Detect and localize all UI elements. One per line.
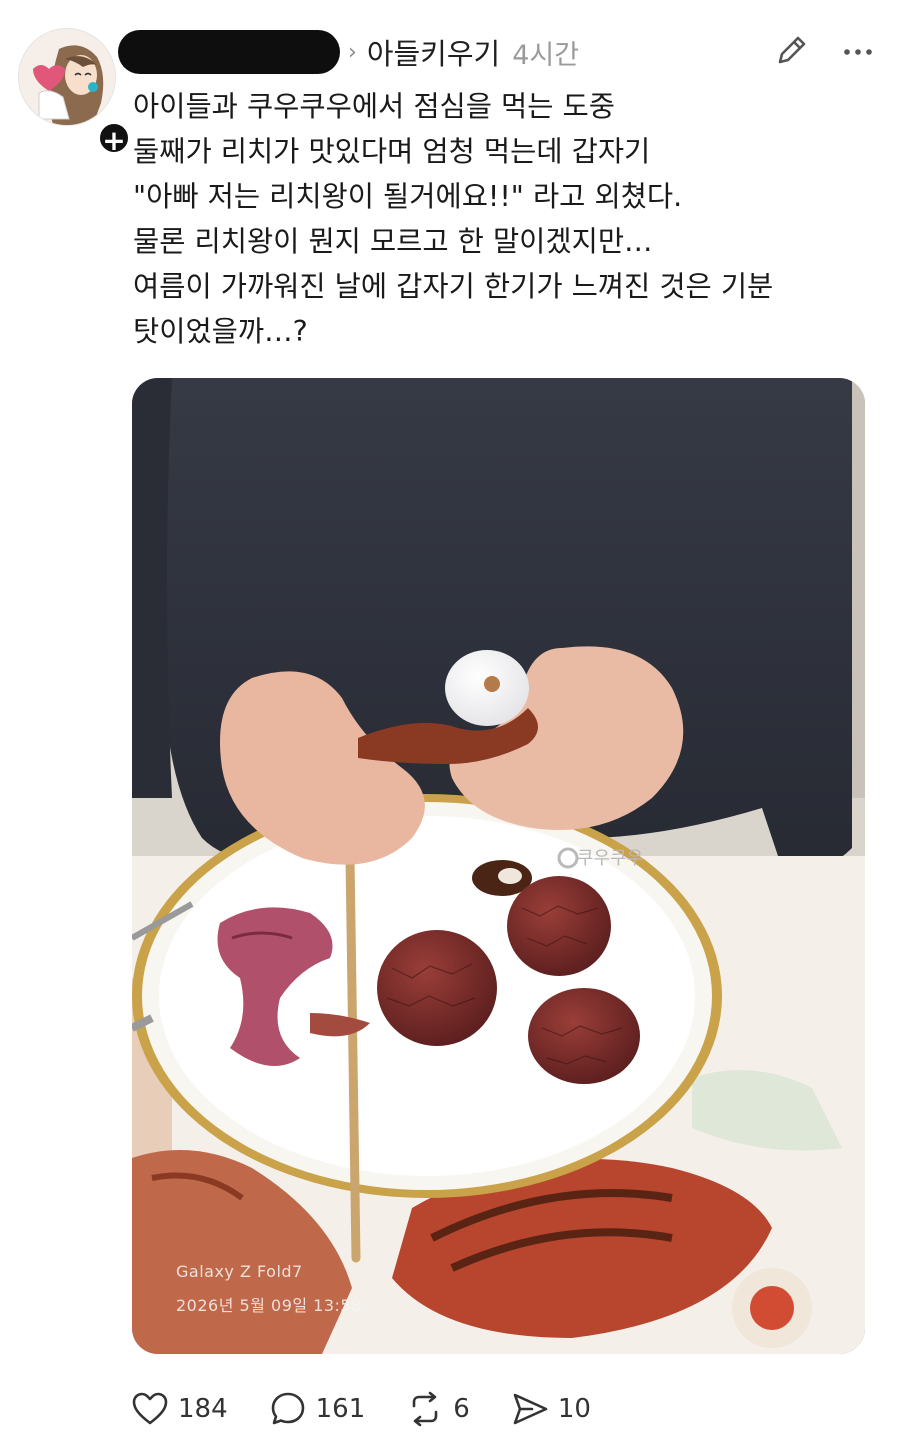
reply-button[interactable]: 161 — [268, 1389, 366, 1429]
post-photo[interactable]: 쿠우쿠우 Galaxy Z Fold7 2026년 5월 09일 13:58 — [132, 378, 865, 1354]
thread-post: + › 아들키우기 4시간 아이들과 쿠우쿠우에서 점심을 먹는 도중 둘째가 … — [0, 0, 900, 1452]
share-send-icon — [513, 1393, 548, 1425]
avatar[interactable] — [18, 28, 116, 126]
repost-count: 6 — [453, 1394, 470, 1424]
action-bar: 184 161 6 10 — [130, 1388, 631, 1430]
repost-button[interactable]: 6 — [405, 1389, 470, 1429]
avatar-container[interactable]: + — [18, 28, 132, 157]
share-count: 10 — [557, 1394, 591, 1424]
post-time: 4시간 — [512, 39, 580, 71]
more-horizontal-icon[interactable] — [840, 34, 876, 70]
post-body: 아이들과 쿠우쿠우에서 점심을 먹는 도중 둘째가 리치가 맛있다며 엄청 먹는… — [133, 84, 873, 354]
heart-icon — [132, 1392, 168, 1425]
reply-bubble-icon — [271, 1392, 304, 1425]
post-line: 아이들과 쿠우쿠우에서 점심을 먹는 도중 — [133, 90, 615, 123]
chevron-right-icon: › — [348, 39, 357, 65]
post-line: 탓이었을까…? — [133, 315, 308, 348]
post-line: 여름이 가까워진 날에 갑자기 한기가 느껴진 것은 기분 — [133, 270, 774, 303]
watermark-datetime: 2026년 5월 09일 13:58 — [176, 1296, 362, 1315]
post-line: 물론 리치왕이 뭔지 모르고 한 말이겠지만… — [133, 225, 653, 258]
watermark-device: Galaxy Z Fold7 — [176, 1262, 303, 1281]
post-line: 둘째가 리치가 맛있다며 엄청 먹는데 갑자기 — [133, 135, 651, 168]
topic-tag[interactable]: 아들키우기 — [367, 31, 500, 73]
photo-illustration: 쿠우쿠우 — [132, 378, 865, 1354]
avatar-illustration — [19, 29, 115, 125]
post-line: "아빠 저는 리치왕이 될거에요!!" 라고 외쳤다. — [133, 180, 683, 213]
redacted-username — [118, 30, 340, 74]
plate-logo: 쿠우쿠우 — [577, 848, 643, 869]
repost-icon — [412, 1391, 438, 1427]
reply-count: 161 — [315, 1394, 366, 1424]
follow-plus-icon[interactable]: + — [96, 120, 132, 157]
like-button[interactable]: 184 — [130, 1389, 228, 1429]
share-button[interactable]: 10 — [510, 1389, 591, 1429]
pencil-icon[interactable] — [772, 32, 812, 72]
like-count: 184 — [178, 1394, 228, 1424]
post-header: › 아들키우기 4시간 — [118, 30, 876, 74]
